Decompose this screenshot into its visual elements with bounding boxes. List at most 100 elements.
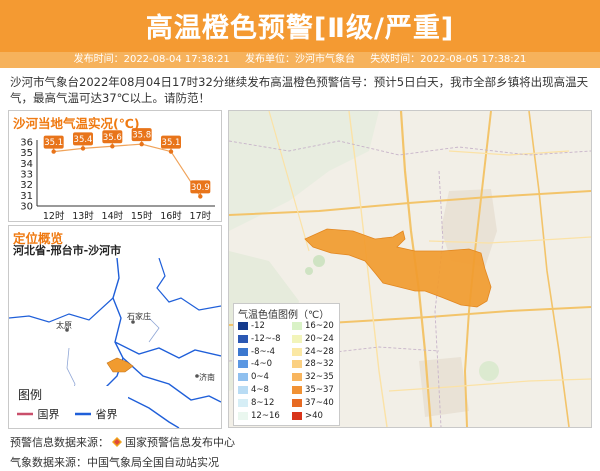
- warning-source-label: 预警信息数据来源：: [10, 436, 109, 449]
- x-tick-label: 15时: [131, 210, 153, 221]
- legend-item-national-border: 国界: [16, 406, 60, 422]
- y-tick-label: 34: [20, 159, 33, 170]
- map-legend-title: 图例: [18, 388, 43, 402]
- warning-description: 沙河市气象台2022年08月04日17时32分继续发布高温橙色预警信号：预计5日…: [10, 75, 589, 105]
- y-tick-label: 30: [20, 202, 33, 213]
- temperature-legend-label: 8~12: [251, 397, 275, 408]
- temperature-legend-swatch: [292, 386, 302, 394]
- temperature-legend-swatch: [292, 360, 302, 369]
- data-label: 35.4: [74, 135, 93, 145]
- publish-time: 发布时间：2022-08-04 17:38:21: [73, 54, 230, 65]
- temperature-legend-label: -8~-4: [251, 346, 276, 357]
- temperature-legend-item: -12: [238, 320, 288, 332]
- temperature-legend-item: -8~-4: [238, 346, 288, 358]
- temperature-legend-label: 16~20: [305, 321, 334, 331]
- y-tick-label: 31: [20, 191, 33, 202]
- temperature-legend-label: -12: [251, 321, 265, 331]
- temperature-legend-label: >40: [305, 410, 323, 421]
- province-border-label: 省界: [95, 408, 118, 421]
- city-label-shijiazhuang: 石家庄: [127, 311, 151, 321]
- temperature-legend-label: 32~35: [305, 372, 334, 383]
- data-label: 30.9: [191, 183, 210, 193]
- temperature-legend-item: 37~40: [292, 397, 342, 409]
- temperature-color-legend: 气温色值图例（℃） -12 -12~-8 -8~-4 -4~0 0~4 4~8 8~12 12…: [233, 303, 340, 426]
- temperature-legend-swatch: [292, 373, 302, 382]
- temperature-legend-title: 气温色值图例（℃）: [238, 310, 330, 321]
- temperature-point: [110, 144, 115, 149]
- temperature-legend-item: -4~0: [238, 358, 288, 370]
- park-area: [305, 267, 313, 275]
- temperature-point: [198, 194, 203, 199]
- data-label: 35.8: [132, 131, 151, 141]
- warning-title: 高温橙色预警[Ⅱ级/严重]: [145, 13, 455, 44]
- temperature-legend-item: 24~28: [292, 346, 342, 358]
- temperature-legend-item: 35~37: [292, 384, 342, 396]
- temperature-legend-item: 28~32: [292, 358, 342, 370]
- temperature-legend-item: 8~12: [238, 397, 288, 409]
- x-tick-label: 12时: [43, 210, 65, 221]
- data-label: 35.1: [162, 138, 181, 148]
- temperature-legend-item: 4~8: [238, 384, 288, 396]
- data-label: 35.6: [103, 133, 122, 143]
- temperature-legend-item: >40: [292, 410, 342, 422]
- y-tick-label: 36: [20, 138, 33, 149]
- temperature-legend-label: 0~4: [251, 372, 269, 383]
- temperature-legend-swatch: [238, 386, 248, 394]
- temperature-legend-label: 12~16: [251, 410, 280, 421]
- temperature-legend-swatch: [238, 360, 248, 369]
- temperature-legend-label: 35~37: [305, 385, 334, 395]
- national-border-swatch: [17, 412, 33, 416]
- x-tick-label: 16时: [160, 210, 182, 221]
- y-tick-label: 33: [20, 170, 33, 181]
- temperature-legend-swatch: [292, 411, 302, 420]
- temperature-legend-label: 28~32: [305, 359, 334, 370]
- temperature-panel: 沙河当地气温实况(℃) 36 35 34 33 32 31 30 12时 13时 14时 15时 16…: [8, 110, 222, 222]
- expire-time: 失效时间：2022-08-05 17:38:21: [370, 54, 527, 65]
- temperature-legend-label: 37~40: [305, 397, 334, 408]
- temperature-legend-label: -12~-8: [251, 333, 281, 344]
- temperature-legend-swatch: [292, 334, 302, 343]
- legend-item-province-border: 省界: [74, 406, 118, 422]
- temperature-legend-swatch: [238, 411, 248, 420]
- temperature-legend-label: 4~8: [251, 385, 269, 395]
- temperature-legend-label: -4~0: [251, 359, 273, 370]
- x-tick-label: 14时: [102, 210, 124, 221]
- temperature-series-line: [53, 143, 201, 197]
- warning-center-logo-icon: [112, 437, 122, 447]
- temperature-legend-swatch: [238, 322, 248, 330]
- temperature-legend-swatch: [238, 373, 248, 382]
- weather-source: 气象数据来源：中国气象局全国自动站实况: [10, 456, 219, 469]
- temperature-legend-swatch: [292, 322, 302, 330]
- temperature-point: [139, 141, 144, 147]
- x-tick-label: 17时: [190, 210, 212, 221]
- y-tick-label: 35: [20, 148, 33, 159]
- region-path: 河北省-邢台市-沙河市: [13, 244, 122, 257]
- national-border-label: 国界: [37, 408, 60, 421]
- temperature-chart: 36353433323130 12时 13时 14时 15时 16时 17时 35.1 35.4…: [20, 128, 215, 221]
- city-label-taiyuan: 太原: [56, 320, 72, 330]
- temperature-legend-item: 12~16: [238, 410, 288, 422]
- province-border-swatch: [75, 412, 91, 416]
- temperature-legend-item: 0~4: [238, 371, 288, 383]
- x-tick-label: 13时: [72, 210, 94, 221]
- warning-header: 高温橙色预警[Ⅱ级/严重]: [0, 0, 600, 52]
- temperature-legend-swatch: [292, 347, 302, 356]
- temperature-legend-item: 32~35: [292, 371, 342, 383]
- park-area: [313, 255, 325, 267]
- park-area: [479, 361, 499, 381]
- temperature-legend-label: 24~28: [305, 346, 334, 357]
- temperature-point: [80, 146, 86, 151]
- map-legend: 图例 国界 省界: [10, 386, 128, 428]
- city-label-jinan: 济南: [199, 372, 215, 382]
- temperature-legend-item: 20~24: [292, 333, 342, 345]
- warning-source: 预警信息数据来源： 国家预警信息发布中心: [10, 434, 235, 450]
- temperature-legend-item: 16~20: [292, 320, 342, 332]
- temperature-point: [168, 149, 174, 154]
- publisher: 发布单位：沙河市气象台: [245, 54, 355, 65]
- warning-source-org: 国家预警信息发布中心: [125, 436, 235, 449]
- temperature-legend-swatch: [238, 347, 248, 356]
- data-label: 35.1: [44, 138, 63, 148]
- temperature-legend-item: -12~-8: [238, 333, 288, 345]
- warning-map[interactable]: 气温色值图例（℃） -12 -12~-8 -8~-4 -4~0 0~4 4~8 8~12 12…: [228, 110, 592, 428]
- temperature-legend-label: 20~24: [305, 333, 334, 344]
